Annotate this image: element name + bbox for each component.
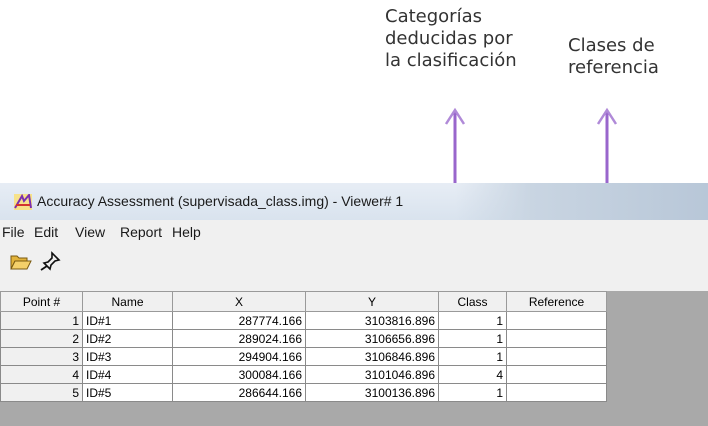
annotation-line: deducidas por	[385, 28, 513, 49]
x-cell[interactable]: 289024.166	[172, 329, 306, 348]
column-header-name[interactable]: Name	[82, 291, 173, 312]
assessment-grid-area: Point # Name X Y Class Reference 1 ID#1 …	[0, 291, 708, 426]
table-row[interactable]: 4 ID#4 300084.166 3101046.896 4	[0, 365, 607, 384]
column-header-y[interactable]: Y	[305, 291, 439, 312]
table-row[interactable]: 5 ID#5 286644.166 3100136.896 1	[0, 383, 607, 402]
column-header-point[interactable]: Point #	[0, 291, 83, 312]
classified-categories-annotation: Categorías deducidas por la clasificació…	[385, 6, 545, 72]
class-cell[interactable]: 1	[438, 329, 507, 348]
column-header-x[interactable]: X	[172, 291, 306, 312]
reference-cell[interactable]	[506, 311, 607, 330]
table-row[interactable]: 2 ID#2 289024.166 3106656.896 1	[0, 329, 607, 348]
toolbar	[0, 244, 708, 278]
y-cell[interactable]: 3103816.896	[305, 311, 439, 330]
class-cell[interactable]: 4	[438, 365, 507, 384]
reference-cell[interactable]	[506, 365, 607, 384]
assessment-table: Point # Name X Y Class Reference 1 ID#1 …	[0, 291, 607, 402]
annotation-line: Categorías	[385, 6, 482, 27]
reference-cell[interactable]	[506, 329, 607, 348]
y-cell[interactable]: 3101046.896	[305, 365, 439, 384]
x-cell[interactable]: 287774.166	[172, 311, 306, 330]
menu-report[interactable]: Report	[120, 224, 162, 240]
y-cell[interactable]: 3106846.896	[305, 347, 439, 366]
app-icon	[14, 194, 32, 210]
reference-classes-annotation: Clases de referencia	[568, 35, 688, 79]
menu-view[interactable]: View	[75, 224, 105, 240]
reference-cell[interactable]	[506, 383, 607, 402]
annotation-line: la clasificación	[385, 50, 517, 71]
window-title: Accuracy Assessment (supervisada_class.i…	[37, 193, 404, 209]
name-cell[interactable]: ID#5	[82, 383, 173, 402]
annotation-line: Clases de	[568, 35, 655, 56]
x-cell[interactable]: 294904.166	[172, 347, 306, 366]
title-bar: Accuracy Assessment (supervisada_class.i…	[0, 183, 708, 220]
point-number-cell[interactable]: 3	[0, 347, 83, 366]
point-number-cell[interactable]: 4	[0, 365, 83, 384]
table-header-row: Point # Name X Y Class Reference	[0, 291, 607, 312]
column-header-reference[interactable]: Reference	[506, 291, 607, 312]
menu-help[interactable]: Help	[172, 224, 201, 240]
class-cell[interactable]: 1	[438, 311, 507, 330]
annotation-line: referencia	[568, 57, 659, 78]
y-cell[interactable]: 3100136.896	[305, 383, 439, 402]
pin-icon[interactable]	[40, 251, 62, 271]
point-number-cell[interactable]: 1	[0, 311, 83, 330]
menu-file[interactable]: File	[2, 224, 25, 240]
point-number-cell[interactable]: 5	[0, 383, 83, 402]
x-cell[interactable]: 300084.166	[172, 365, 306, 384]
class-cell[interactable]: 1	[438, 347, 507, 366]
y-cell[interactable]: 3106656.896	[305, 329, 439, 348]
column-header-class[interactable]: Class	[438, 291, 507, 312]
open-folder-icon[interactable]	[10, 251, 32, 271]
name-cell[interactable]: ID#1	[82, 311, 173, 330]
point-number-cell[interactable]: 2	[0, 329, 83, 348]
menu-bar: File Edit View Report Help	[0, 220, 708, 244]
table-row[interactable]: 1 ID#1 287774.166 3103816.896 1	[0, 311, 607, 330]
x-cell[interactable]: 286644.166	[172, 383, 306, 402]
reference-cell[interactable]	[506, 347, 607, 366]
name-cell[interactable]: ID#2	[82, 329, 173, 348]
class-cell[interactable]: 1	[438, 383, 507, 402]
table-row[interactable]: 3 ID#3 294904.166 3106846.896 1	[0, 347, 607, 366]
name-cell[interactable]: ID#3	[82, 347, 173, 366]
accuracy-assessment-window: Accuracy Assessment (supervisada_class.i…	[0, 183, 708, 426]
name-cell[interactable]: ID#4	[82, 365, 173, 384]
menu-edit[interactable]: Edit	[34, 224, 58, 240]
